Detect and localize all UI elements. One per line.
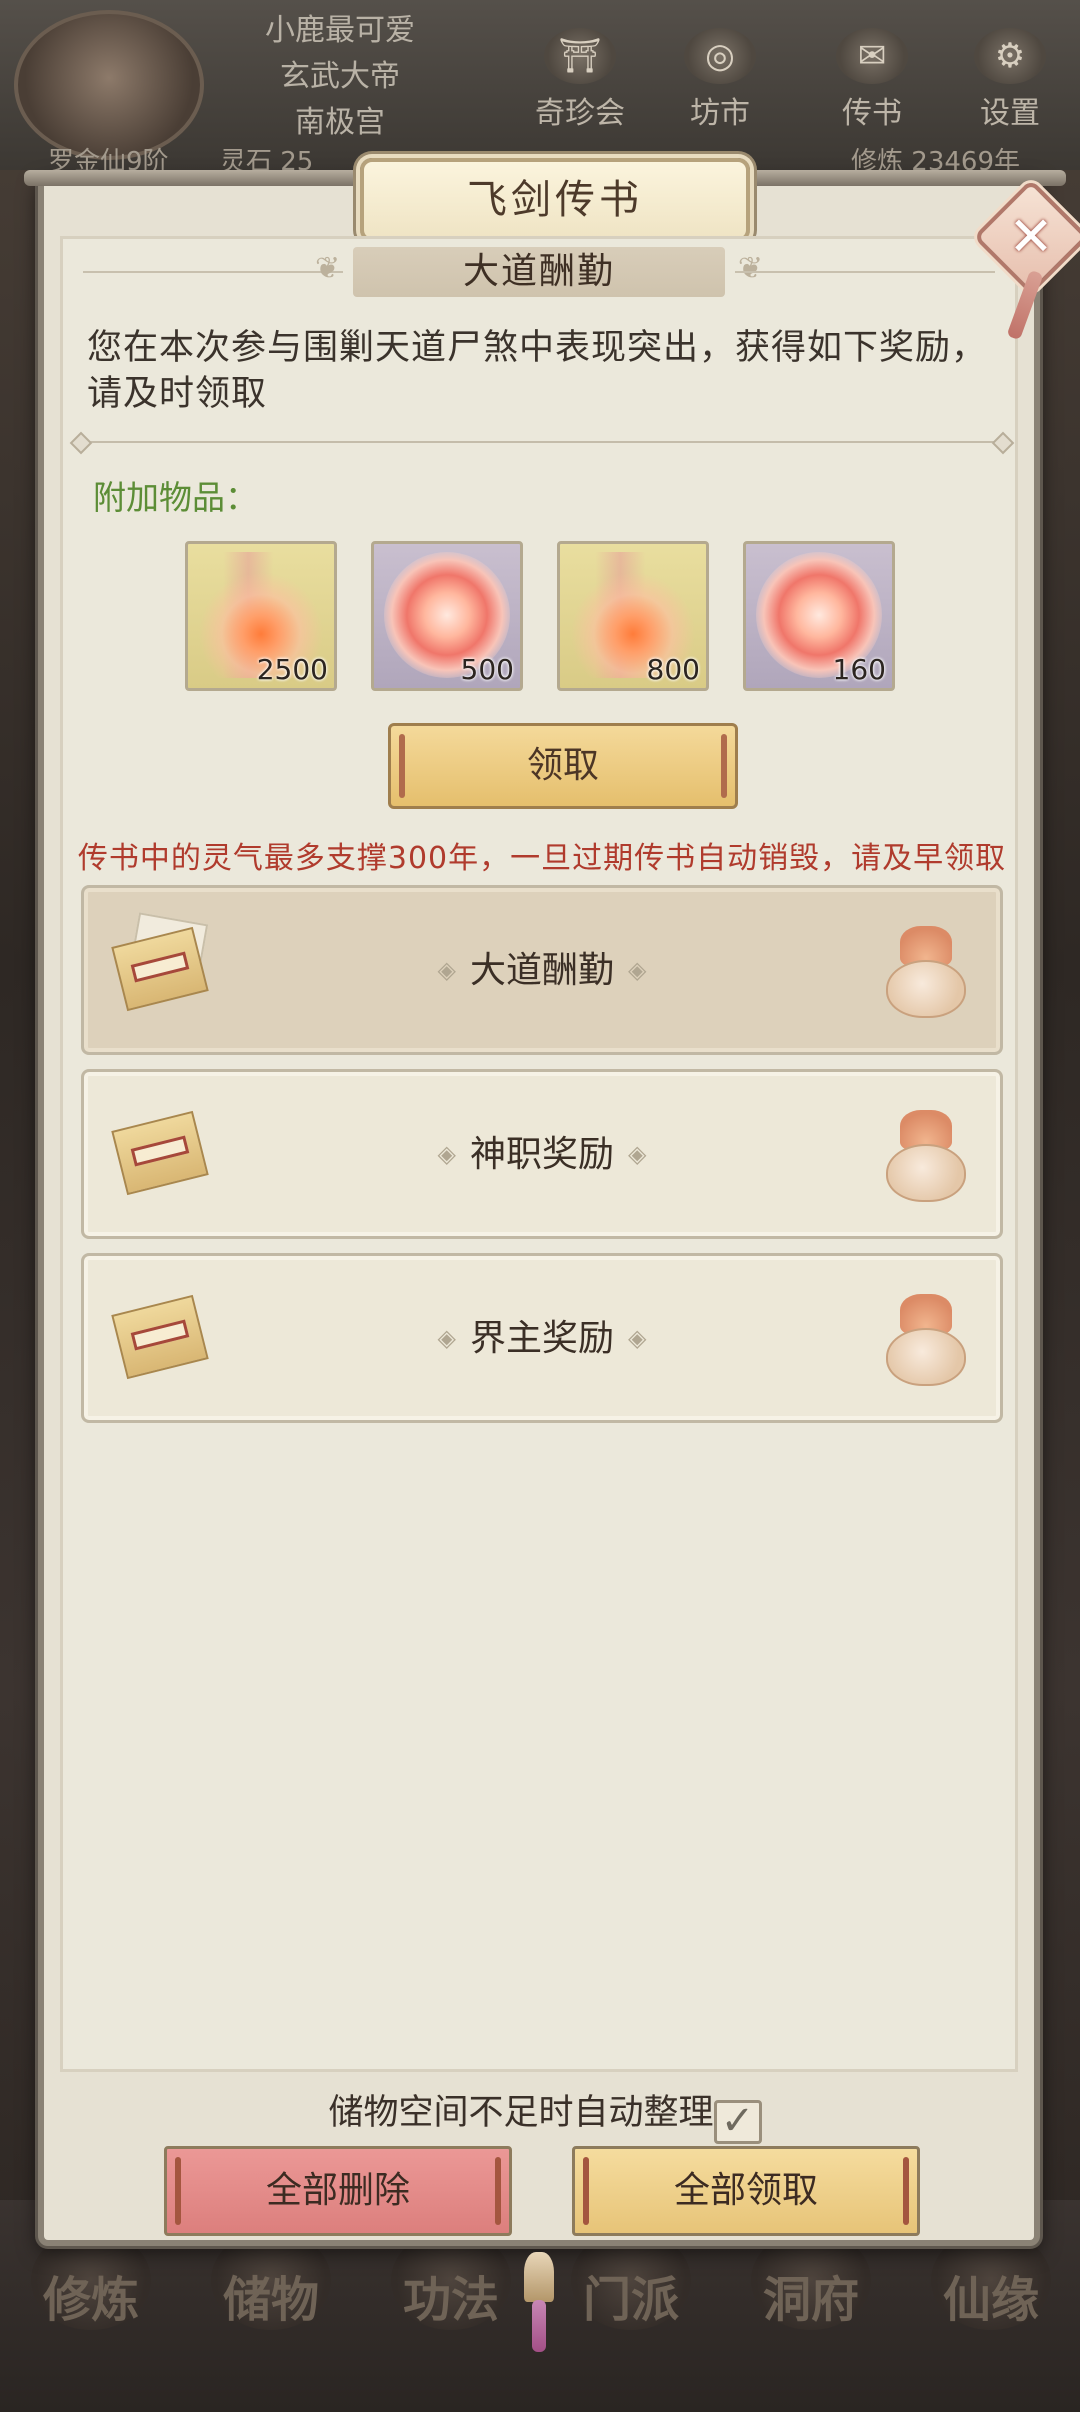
attachment-item[interactable]: 2500 xyxy=(185,541,337,691)
close-icon: ✕ xyxy=(1008,205,1054,268)
mail-list-item[interactable]: ◈ 界主奖励 ◈ xyxy=(81,1253,1003,1423)
dialog-title-plate: 飞剑传书 xyxy=(360,158,750,242)
auto-sort-checkbox[interactable]: ✓ xyxy=(713,2098,762,2144)
ornament-right-icon: ◈ xyxy=(628,956,647,984)
mail-dialog: 飞剑传书 ❦ 大道酬勤 ❦ 您在本次参与围剿天道尸煞中表现突出，获得如下奖励，请… xyxy=(24,158,1066,2246)
attachment-item[interactable]: 160 xyxy=(743,541,895,691)
auto-sort-label: 储物空间不足时自动整理 xyxy=(328,2093,714,2133)
menu-label: 坊市 xyxy=(690,96,750,131)
nav-label: 储物 xyxy=(222,2272,319,2328)
tassel-ornament xyxy=(532,2300,546,2352)
mail-message: 您在本次参与围剿天道尸煞中表现突出，获得如下奖励，请及时领取 xyxy=(87,328,988,414)
ornament-left-icon: ◈ xyxy=(437,1324,456,1352)
attachment-item[interactable]: 800 xyxy=(557,541,709,691)
mail-subject-bar: ❦ 大道酬勤 ❦ xyxy=(83,247,995,297)
claim-all-button[interactable]: 全部领取 xyxy=(572,2146,920,2236)
pouch-body xyxy=(886,1328,966,1386)
ornament-right-icon: ◈ xyxy=(628,1140,647,1168)
claim-button[interactable]: 领取 xyxy=(388,723,738,809)
reward-pouch-icon xyxy=(886,926,966,1018)
player-sect: 南极宫 xyxy=(295,105,385,140)
divider-line xyxy=(83,271,343,273)
nav-sect[interactable]: 门派 xyxy=(556,2230,706,2330)
mail-list-title: 神职奖励 xyxy=(469,1134,614,1175)
menu-settings[interactable]: ⚙ 设置 xyxy=(960,28,1060,132)
nav-techniques[interactable]: 功法 xyxy=(376,2230,526,2330)
check-icon: ✓ xyxy=(720,2098,755,2144)
attachments-label: 附加物品： xyxy=(93,478,258,517)
dialog-title: 飞剑传书 xyxy=(467,177,643,223)
menu-market[interactable]: ◎ 坊市 xyxy=(670,28,770,132)
menu-mail[interactable]: ✉ 传书 xyxy=(822,28,922,132)
pouch-body xyxy=(886,1144,966,1202)
mail-list-title-row: ◈ 大道酬勤 ◈ xyxy=(84,888,1000,1052)
reward-pouch-icon xyxy=(886,1110,966,1202)
nav-label: 功法 xyxy=(402,2272,499,2328)
ornament-left-icon: ◈ xyxy=(437,1140,456,1168)
nav-storage[interactable]: 储物 xyxy=(196,2230,346,2330)
auto-sort-option: 储物空间不足时自动整理 ✓ xyxy=(44,2084,1046,2144)
divider-line xyxy=(735,271,995,273)
pavilion-icon: ⛩ xyxy=(544,28,616,84)
mail-list-title: 大道酬勤 xyxy=(469,950,614,991)
player-name: 小鹿最可爱 xyxy=(265,13,415,48)
mail-list-title-row: ◈ 界主奖励 ◈ xyxy=(84,1256,1000,1420)
menu-treasure-auction[interactable]: ⛩ 奇珍会 xyxy=(530,28,630,132)
menu-label: 奇珍会 xyxy=(535,96,625,131)
mail-icon: ✉ xyxy=(836,28,908,84)
menu-label: 设置 xyxy=(980,96,1040,131)
mail-list-item-selected[interactable]: ◈ 大道酬勤 ◈ xyxy=(81,885,1003,1055)
mail-content-panel: ❦ 大道酬勤 ❦ 您在本次参与围剿天道尸煞中表现突出，获得如下奖励，请及时领取 … xyxy=(60,236,1018,2072)
expiry-warning: 传书中的灵气最多支撑300年，一旦过期传书自动销毁，请及早领取 xyxy=(77,841,1007,876)
bell-ornament-icon xyxy=(524,2252,554,2302)
cloud-ornament-icon: ❦ xyxy=(737,251,763,286)
reward-pouch-icon xyxy=(886,1294,966,1386)
nav-label: 修炼 xyxy=(42,2272,139,2328)
mail-list-title: 界主奖励 xyxy=(469,1318,614,1359)
item-quantity: 2500 xyxy=(256,653,328,686)
attachment-item[interactable]: 500 xyxy=(371,541,523,691)
nav-label: 洞府 xyxy=(762,2272,859,2328)
mail-list-title-row: ◈ 神职奖励 ◈ xyxy=(84,1072,1000,1236)
mail-list-item[interactable]: ◈ 神职奖励 ◈ xyxy=(81,1069,1003,1239)
nav-destiny[interactable]: 仙缘 xyxy=(916,2230,1066,2330)
ornament-left-icon: ◈ xyxy=(437,956,456,984)
mail-subject: 大道酬勤 xyxy=(352,247,725,297)
player-avatar[interactable] xyxy=(14,10,204,160)
item-quantity: 160 xyxy=(832,653,886,686)
nav-label: 仙缘 xyxy=(942,2272,1039,2328)
player-info: 小鹿最可爱 玄武大帝 南极宫 xyxy=(220,8,460,146)
section-divider xyxy=(77,441,1007,443)
gear-icon: ⚙ xyxy=(974,28,1046,84)
cloud-ornament-icon: ❦ xyxy=(315,251,341,286)
nav-cultivate[interactable]: 修炼 xyxy=(16,2230,166,2330)
delete-all-button[interactable]: 全部删除 xyxy=(164,2146,512,2236)
ornament-right-icon: ◈ xyxy=(628,1324,647,1352)
item-quantity: 800 xyxy=(646,653,700,686)
item-quantity: 500 xyxy=(460,653,514,686)
attachment-list: 2500 500 800 160 xyxy=(185,541,905,691)
nav-cave[interactable]: 洞府 xyxy=(736,2230,886,2330)
nav-label: 门派 xyxy=(582,2272,679,2328)
pouch-body xyxy=(886,960,966,1018)
top-status-bar: 小鹿最可爱 玄武大帝 南极宫 ⛩ 奇珍会 ◎ 坊市 ✉ 传书 ⚙ 设置 xyxy=(0,0,1080,170)
menu-label: 传书 xyxy=(842,96,902,131)
market-icon: ◎ xyxy=(684,28,756,84)
player-title: 玄武大帝 xyxy=(280,59,400,94)
